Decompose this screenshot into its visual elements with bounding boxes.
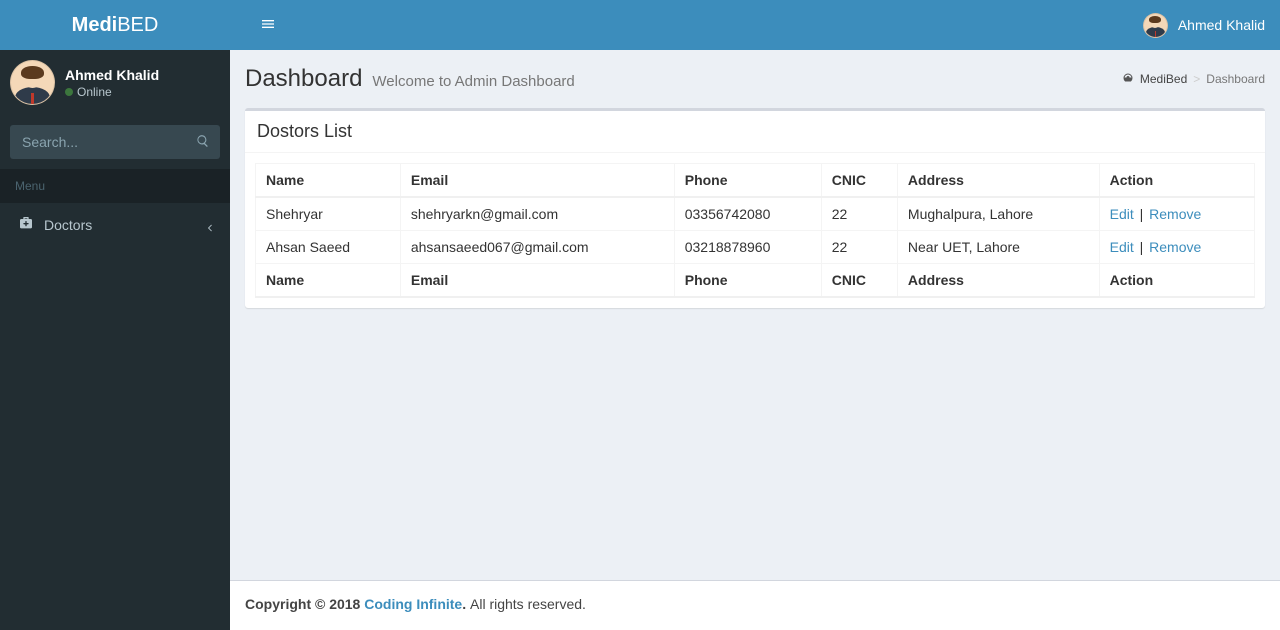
footer-rights: All rights reserved.	[470, 596, 586, 612]
user-menu[interactable]: Ahmed Khalid	[1143, 13, 1265, 38]
sidebar-item-doctors[interactable]: Doctors	[0, 203, 230, 246]
cell-phone: 03218878960	[674, 231, 821, 264]
content-wrapper: Dashboard Welcome to Admin Dashboard Med…	[230, 50, 1280, 580]
table-footer-row: Name Email Phone CNIC Address Action	[256, 264, 1255, 298]
bars-icon	[260, 19, 276, 35]
main-sidebar: Ahmed Khalid Online Menu Doctors	[0, 50, 230, 630]
sidebar-search	[0, 115, 230, 169]
breadcrumb-current: Dashboard	[1206, 72, 1265, 86]
sidebar-item-label: Doctors	[44, 217, 195, 233]
cell-cnic: 22	[821, 231, 897, 264]
main-footer: Copyright © 2018 Coding Infinite. All ri…	[230, 580, 1280, 630]
col-cnic: CNIC	[821, 264, 897, 298]
col-name: Name	[256, 164, 401, 198]
cell-cnic: 22	[821, 197, 897, 231]
col-address: Address	[897, 164, 1099, 198]
avatar	[10, 60, 55, 105]
col-action: Action	[1099, 164, 1254, 198]
doctors-table: Name Email Phone CNIC Address Action She…	[255, 163, 1255, 298]
col-phone: Phone	[674, 164, 821, 198]
brand-logo[interactable]: MediBED	[0, 0, 230, 50]
content: Dostors List Name Email Phone CNIC Addre…	[230, 93, 1280, 580]
footer-link[interactable]: Coding Infinite	[364, 596, 462, 612]
doctors-box: Dostors List Name Email Phone CNIC Addre…	[245, 108, 1265, 308]
dashboard-icon	[1122, 72, 1134, 87]
cell-email: ahsansaeed067@gmail.com	[400, 231, 674, 264]
sidebar-user-status[interactable]: Online	[65, 85, 159, 99]
remove-link[interactable]: Remove	[1149, 206, 1201, 222]
col-email: Email	[400, 264, 674, 298]
page-title: Dashboard	[245, 65, 362, 93]
online-dot-icon	[65, 88, 73, 96]
table-row: Shehryar shehryarkn@gmail.com 0335674208…	[256, 197, 1255, 231]
edit-link[interactable]: Edit	[1110, 239, 1134, 255]
sidebar-user-name: Ahmed Khalid	[65, 67, 159, 83]
content-header: Dashboard Welcome to Admin Dashboard Med…	[230, 50, 1280, 93]
footer-suffix: .	[462, 596, 470, 612]
col-name: Name	[256, 264, 401, 298]
breadcrumb-root[interactable]: MediBed	[1140, 72, 1187, 86]
cell-action: Edit | Remove	[1099, 197, 1254, 231]
cell-action: Edit | Remove	[1099, 231, 1254, 264]
header-user-name: Ahmed Khalid	[1178, 17, 1265, 33]
search-icon	[196, 134, 210, 151]
box-title: Dostors List	[257, 121, 352, 141]
medkit-icon	[18, 215, 34, 234]
table-row: Ahsan Saeed ahsansaeed067@gmail.com 0321…	[256, 231, 1255, 264]
col-cnic: CNIC	[821, 164, 897, 198]
sidebar-status-label: Online	[77, 85, 112, 99]
action-separator: |	[1138, 206, 1146, 222]
sidebar-user-panel: Ahmed Khalid Online	[0, 50, 230, 115]
cell-address: Near UET, Lahore	[897, 231, 1099, 264]
breadcrumb-separator: >	[1193, 72, 1200, 86]
page-subtitle: Welcome to Admin Dashboard	[372, 73, 574, 90]
top-navbar: Ahmed Khalid	[230, 0, 1280, 50]
breadcrumb: MediBed > Dashboard	[1122, 72, 1265, 87]
cell-name: Ahsan Saeed	[256, 231, 401, 264]
action-separator: |	[1138, 239, 1146, 255]
edit-link[interactable]: Edit	[1110, 206, 1134, 222]
col-action: Action	[1099, 264, 1254, 298]
main-header: MediBED Ahmed Khalid	[0, 0, 1280, 50]
cell-phone: 03356742080	[674, 197, 821, 231]
cell-email: shehryarkn@gmail.com	[400, 197, 674, 231]
remove-link[interactable]: Remove	[1149, 239, 1201, 255]
table-header-row: Name Email Phone CNIC Address Action	[256, 164, 1255, 198]
sidebar-toggle-button[interactable]	[245, 1, 291, 50]
sidebar-menu-header: Menu	[0, 169, 230, 203]
cell-name: Shehryar	[256, 197, 401, 231]
chevron-left-icon	[205, 220, 215, 230]
col-address: Address	[897, 264, 1099, 298]
brand-bold: Medi	[72, 14, 118, 36]
avatar	[1143, 13, 1168, 38]
footer-prefix: Copyright © 2018	[245, 596, 364, 612]
brand-light: BED	[117, 14, 158, 36]
search-button[interactable]	[186, 125, 220, 159]
cell-address: Mughalpura, Lahore	[897, 197, 1099, 231]
col-phone: Phone	[674, 264, 821, 298]
col-email: Email	[400, 164, 674, 198]
